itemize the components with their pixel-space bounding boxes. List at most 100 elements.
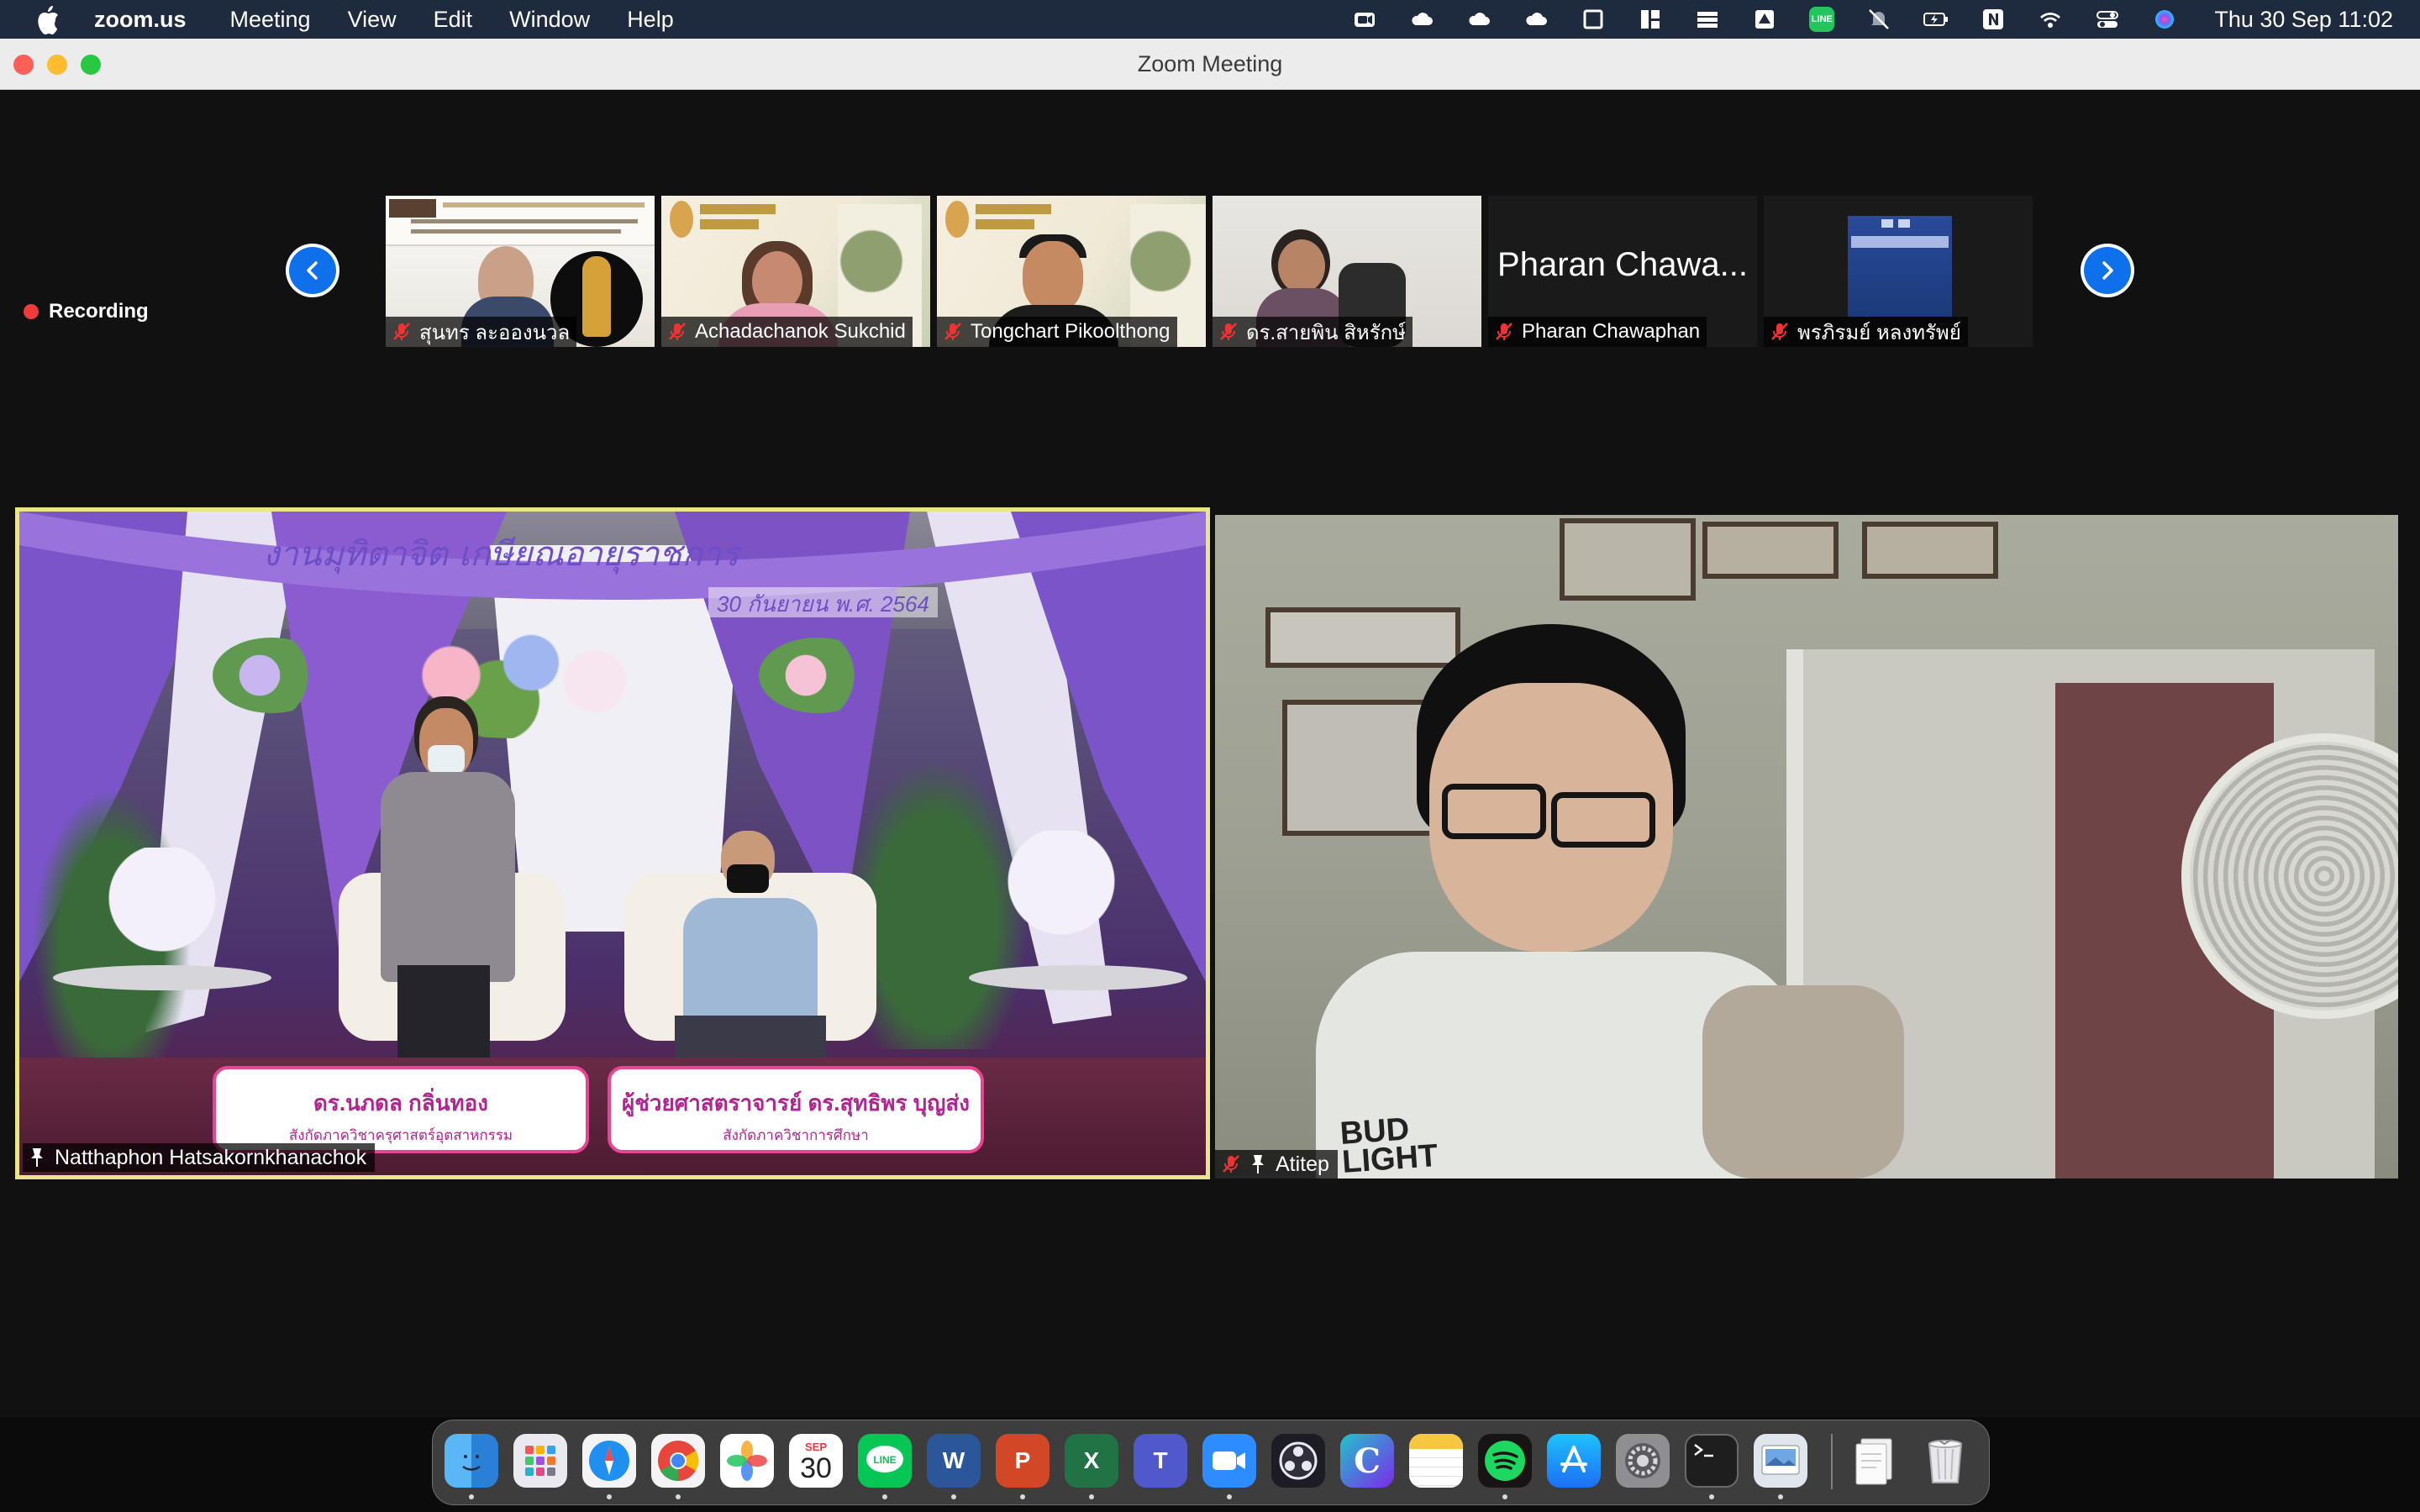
- lower-third-caption: ผู้ช่วยศาสตราจารย์ ดร.สุทธิพร บุญส่ง สัง…: [608, 1066, 984, 1153]
- dock: SEP 30 LINE W P X T C: [432, 1420, 1990, 1505]
- word-icon[interactable]: W: [927, 1434, 981, 1488]
- cloud-icon[interactable]: [1409, 7, 1434, 32]
- participant-nametag: Natthaphon Hatsakornkhanachok: [23, 1143, 376, 1172]
- mic-muted-icon: [1220, 323, 1237, 340]
- participant-nametag: Pharan Chawaphan: [1488, 317, 1707, 347]
- trash-icon[interactable]: [1918, 1434, 1972, 1488]
- line-icon[interactable]: LINE: [858, 1434, 912, 1488]
- participant-nametag: Atitep: [1215, 1150, 1338, 1179]
- menu-edit[interactable]: Edit: [434, 7, 473, 33]
- documents-folder-icon[interactable]: [1849, 1434, 1903, 1488]
- participant-tile[interactable]: BUD LIGHT Atitep: [1215, 515, 2398, 1179]
- excel-icon[interactable]: X: [1065, 1434, 1118, 1488]
- menu-app-name[interactable]: zoom.us: [94, 7, 187, 33]
- participant-nametag: พรภิรมย์ หลงทรัพย์: [1764, 317, 1968, 347]
- recording-label: Recording: [49, 300, 149, 323]
- participant-thumbnail[interactable]: ดร.สายพิน สิหรักษ์: [1213, 196, 1481, 347]
- line-badge: LINE: [1809, 7, 1835, 32]
- mic-muted-icon: [669, 323, 686, 340]
- mic-muted-icon: [393, 323, 410, 340]
- pin-icon: [31, 1148, 43, 1167]
- participant-thumbnail[interactable]: พรภิรมย์ หลงทรัพย์: [1764, 196, 2033, 347]
- menu-meeting[interactable]: Meeting: [230, 7, 311, 33]
- svg-text:LINE: LINE: [873, 1454, 896, 1466]
- gallery-next-button[interactable]: [2081, 244, 2134, 297]
- window-icon[interactable]: [1581, 7, 1606, 32]
- calendar-day: 30: [800, 1452, 832, 1484]
- mute-bell-icon[interactable]: [1866, 7, 1891, 32]
- chrome-icon[interactable]: [651, 1434, 705, 1488]
- zoom-video-icon[interactable]: [1352, 7, 1377, 32]
- active-speaker-tile[interactable]: งานมุทิตาจิต เกษียณอายุราชการ 30 กันยายน…: [15, 507, 1210, 1179]
- spotify-icon[interactable]: [1478, 1434, 1532, 1488]
- participant-nametag: Achadachanok Sukchid: [661, 317, 913, 347]
- menubar-clock[interactable]: Thu 30 Sep 11:02: [2214, 7, 2393, 33]
- participant-video: BUD LIGHT: [1215, 515, 2398, 1179]
- participant-thumbnail[interactable]: Pharan Chawa... Pharan Chawaphan: [1488, 196, 1757, 347]
- gallery-prev-button[interactable]: [286, 244, 339, 297]
- shirt-text: BUD LIGHT: [1339, 1111, 1439, 1179]
- calendar-icon[interactable]: SEP 30: [789, 1434, 843, 1488]
- apple-icon[interactable]: [34, 4, 60, 34]
- siri-icon[interactable]: [2152, 7, 2177, 32]
- terminal-icon[interactable]: [1685, 1434, 1739, 1488]
- line-app-icon[interactable]: LINE: [1809, 7, 1835, 32]
- window-titlebar: Zoom Meeting: [0, 39, 2420, 90]
- caption-title: ผู้ช่วยศาสตราจารย์ ดร.สุทธิพร บุญส่ง: [622, 1090, 970, 1116]
- photos-icon[interactable]: [720, 1434, 774, 1488]
- preview-icon[interactable]: [1754, 1434, 1807, 1488]
- cloud-icon[interactable]: [1523, 7, 1549, 32]
- window-title: Zoom Meeting: [1137, 51, 1283, 76]
- participant-thumbnail[interactable]: Tongchart Pikoolthong: [937, 196, 1206, 347]
- participant-thumbnail[interactable]: Achadachanok Sukchid: [661, 196, 930, 347]
- participant-name: Tongchart Pikoolthong: [971, 320, 1171, 343]
- meeting-area: สุนทร ละอองนวล Achadachanok Sukchid Tong…: [0, 90, 2420, 1417]
- drive-icon[interactable]: [1752, 7, 1777, 32]
- lower-third-caption: ดร.นภดล กลิ่นทอง สังกัดภาควิชาครุศาสตร์อ…: [213, 1066, 589, 1153]
- control-center-icon[interactable]: [2095, 7, 2120, 32]
- notes-icon[interactable]: [1409, 1434, 1463, 1488]
- safari-icon[interactable]: [582, 1434, 636, 1488]
- finder-icon[interactable]: [445, 1434, 498, 1488]
- caption-subtitle: สังกัดภาควิชาการศึกษา: [723, 1127, 869, 1143]
- dock-separator: [1831, 1434, 1833, 1489]
- canva-icon[interactable]: C: [1340, 1434, 1394, 1488]
- wifi-icon[interactable]: [2038, 7, 2063, 32]
- mic-muted-icon: [1496, 323, 1512, 340]
- menu-view[interactable]: View: [348, 7, 397, 33]
- participant-name: พรภิรมย์ หลงทรัพย์: [1797, 321, 1961, 344]
- event-date: 30 กันยายน พ.ศ. 2564: [708, 587, 938, 617]
- recording-indicator[interactable]: Recording: [24, 300, 149, 323]
- teams-icon[interactable]: T: [1134, 1434, 1187, 1488]
- obs-icon[interactable]: [1271, 1434, 1325, 1488]
- caption-title: ดร.นภดล กลิ่นทอง: [313, 1090, 488, 1116]
- participant-avatar-name: Pharan Chawa...: [1497, 246, 1748, 283]
- battery-charging-icon[interactable]: [1923, 7, 1949, 32]
- chevron-right-icon: [2102, 261, 2113, 280]
- menu-help[interactable]: Help: [627, 7, 674, 33]
- menu-window[interactable]: Window: [509, 7, 590, 33]
- participant-thumbnail[interactable]: สุนทร ละอองนวล: [386, 196, 655, 347]
- layout-icon[interactable]: [1638, 7, 1663, 32]
- stack-icon[interactable]: [1695, 7, 1720, 32]
- powerpoint-icon[interactable]: P: [996, 1434, 1050, 1488]
- menu-bar: zoom.us Meeting View Edit Window Help LI…: [0, 0, 2420, 39]
- zoom-icon[interactable]: [1202, 1434, 1256, 1488]
- participant-name: Pharan Chawaphan: [1522, 320, 1701, 343]
- cloud-icon[interactable]: [1466, 7, 1491, 32]
- chevron-left-icon: [307, 261, 318, 280]
- system-preferences-icon[interactable]: [1616, 1434, 1670, 1488]
- mic-muted-icon: [1771, 323, 1788, 340]
- participant-nametag: ดร.สายพิน สิหรักษ์: [1213, 317, 1413, 347]
- speaker-video: งานมุทิตาจิต เกษียณอายุราชการ 30 กันยายน…: [19, 512, 1206, 1175]
- pin-icon: [1252, 1155, 1264, 1173]
- app-store-icon[interactable]: [1547, 1434, 1601, 1488]
- notion-icon[interactable]: [1981, 7, 2006, 32]
- participant-nametag: Tongchart Pikoolthong: [937, 317, 1177, 347]
- mic-muted-icon: [944, 323, 961, 340]
- participant-name: Atitep: [1276, 1152, 1329, 1176]
- mic-muted-icon: [1223, 1155, 1239, 1173]
- participant-nametag: สุนทร ละอองนวล: [386, 317, 577, 347]
- calendar-month: SEP: [804, 1440, 827, 1453]
- launchpad-icon[interactable]: [513, 1434, 567, 1488]
